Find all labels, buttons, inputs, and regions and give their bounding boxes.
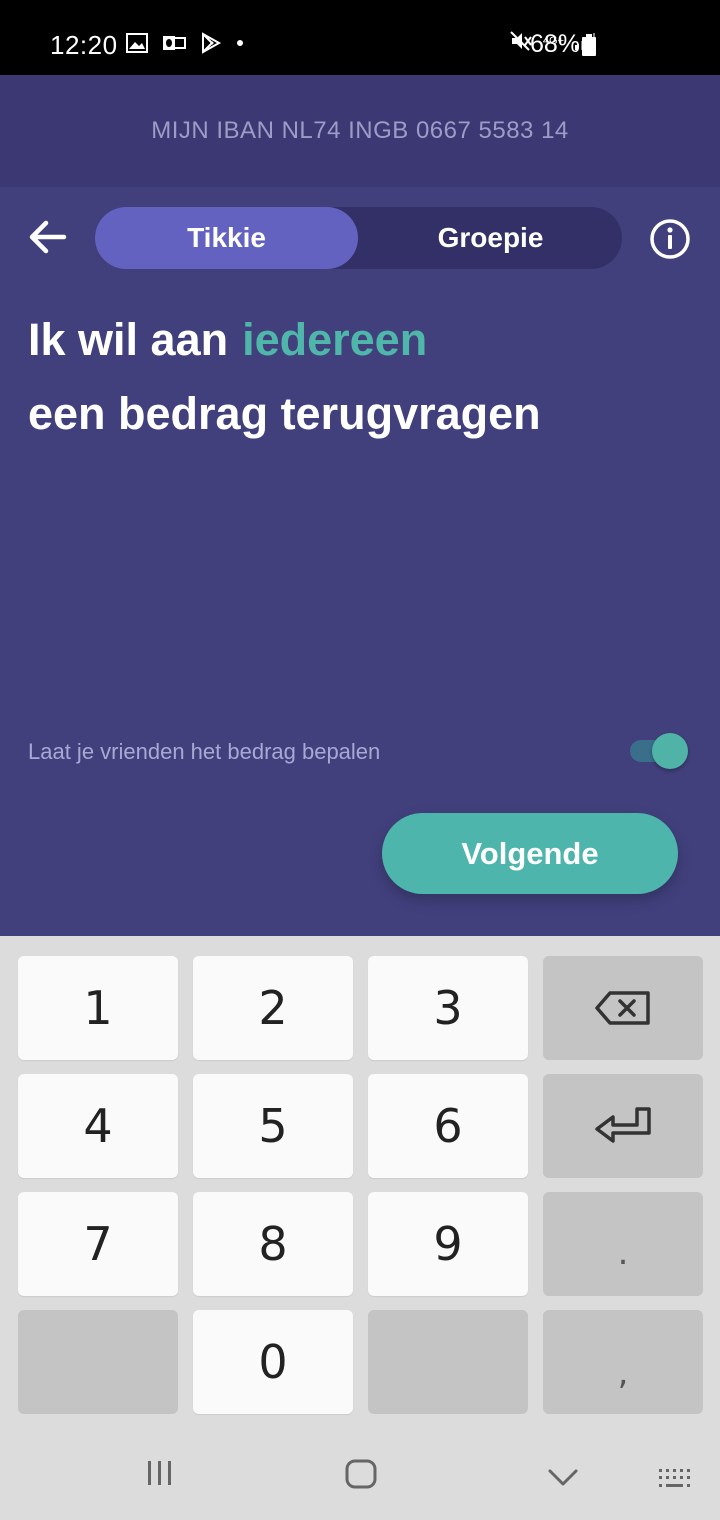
recent-apps-icon[interactable] xyxy=(146,1459,174,1487)
key-1[interactable]: 1 xyxy=(18,956,178,1060)
key-2[interactable]: 2 xyxy=(193,956,353,1060)
recipient-selector[interactable]: iedereen xyxy=(242,314,427,365)
key-comma[interactable]: , xyxy=(543,1310,703,1414)
tab-groepie[interactable]: Groepie xyxy=(359,207,622,269)
request-panel: Tikkie Groepie Ik wil aan iedereen een be… xyxy=(0,187,720,936)
headline-line-1: Ik wil aan iedereen xyxy=(28,303,541,377)
navigation-bar xyxy=(0,1429,720,1520)
key-dot[interactable]: . xyxy=(543,1192,703,1296)
dot-label: . xyxy=(617,1233,629,1273)
iban-header: MIJN IBAN NL74 INGB 0667 5583 14 xyxy=(0,75,720,187)
key-4[interactable]: 4 xyxy=(18,1074,178,1178)
status-time: 12:20 xyxy=(50,30,118,60)
headline-prefix: Ik wil aan xyxy=(28,314,229,365)
key-6[interactable]: 6 xyxy=(368,1074,528,1178)
enter-icon xyxy=(595,1107,651,1143)
toggle-label: Laat je vrienden het bedrag bepalen xyxy=(28,739,381,764)
image-icon xyxy=(126,33,148,53)
tab-tikkie[interactable]: Tikkie xyxy=(95,207,358,269)
hide-keyboard-icon[interactable] xyxy=(548,1469,578,1487)
notification-icons xyxy=(126,32,244,54)
dot-icon xyxy=(237,40,243,46)
key-blank-left xyxy=(18,1310,178,1414)
enter-key[interactable] xyxy=(543,1074,703,1178)
keyboard-icon[interactable] xyxy=(657,1467,693,1491)
battery-icon xyxy=(582,34,596,56)
outlook-icon xyxy=(163,36,186,50)
request-headline: Ik wil aan iedereen een bedrag terugvrage… xyxy=(28,303,541,451)
back-arrow-icon[interactable] xyxy=(26,217,70,257)
next-button[interactable]: Volgende xyxy=(382,813,678,894)
key-9[interactable]: 9 xyxy=(368,1192,528,1296)
backspace-icon xyxy=(595,991,650,1025)
comma-label: , xyxy=(617,1353,629,1393)
key-7[interactable]: 7 xyxy=(18,1192,178,1296)
key-blank-right xyxy=(368,1310,528,1414)
backspace-key[interactable] xyxy=(543,956,703,1060)
home-icon[interactable] xyxy=(345,1459,377,1489)
key-3[interactable]: 3 xyxy=(368,956,528,1060)
iban-text: MIJN IBAN NL74 INGB 0667 5583 14 xyxy=(151,117,569,144)
numeric-keypad: 1 2 3 4 5 6 7 8 9 . 0 , xyxy=(0,936,720,1429)
key-5[interactable]: 5 xyxy=(193,1074,353,1178)
info-icon[interactable] xyxy=(648,217,692,261)
headline-line-2: een bedrag terugvragen xyxy=(28,388,541,439)
mode-tabs: Tikkie Groepie xyxy=(95,207,622,269)
play-store-icon xyxy=(202,32,222,54)
status-bar: 12:20 4G+ 68% xyxy=(0,0,720,75)
friends-decide-toggle[interactable] xyxy=(630,733,688,769)
key-0[interactable]: 0 xyxy=(193,1310,353,1414)
key-8[interactable]: 8 xyxy=(193,1192,353,1296)
battery-percentage: 68% xyxy=(530,30,581,58)
toggle-knob xyxy=(652,733,688,769)
